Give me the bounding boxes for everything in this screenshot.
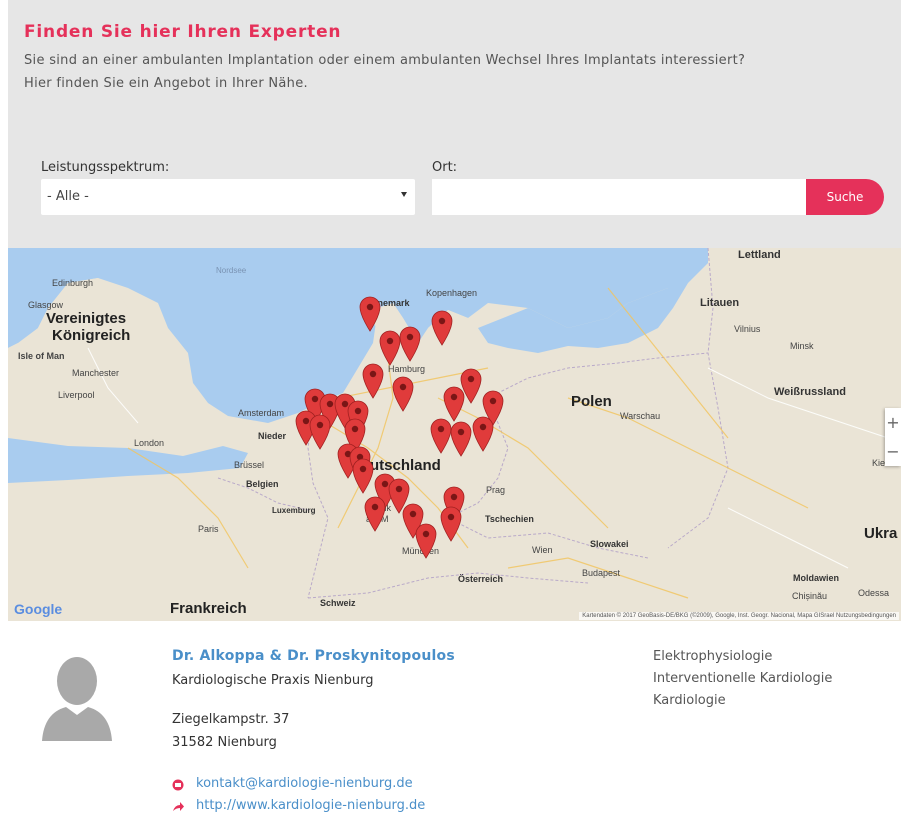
map-city-kopenhagen: Kopenhagen [426, 288, 478, 298]
map-label-lettland: Lettland [738, 249, 781, 261]
specialty-item: Elektrophysiologie [653, 649, 773, 664]
map-marker-icon[interactable] [430, 418, 452, 454]
map-city-chisinau: Chișinău [792, 591, 828, 601]
map-city-minsk: Minsk [790, 341, 814, 351]
map-label-ukra: Ukra [864, 525, 898, 542]
map-label-weissrussland: Weißrussland [774, 386, 846, 398]
result-practice: Kardiologische Praxis Nienburg [172, 673, 374, 688]
email-icon [172, 779, 184, 791]
result-email-link[interactable]: kontakt@kardiologie-nienburg.de [196, 776, 413, 791]
zoom-in-button[interactable]: + [885, 408, 901, 437]
map-city-vilnius: Vilnius [734, 324, 761, 334]
map-city-manchester: Manchester [72, 368, 120, 378]
leistung-label: Leistungsspektrum: [41, 160, 170, 175]
map-city-london: London [134, 438, 165, 448]
share-arrow-icon [173, 802, 184, 811]
map-marker-icon[interactable] [379, 330, 401, 366]
map-marker-icon[interactable] [392, 376, 414, 412]
map-marker-icon[interactable] [443, 386, 465, 422]
map-attribution[interactable]: Kartendaten © 2017 GeoBasis-DE/BKG (©200… [579, 612, 899, 620]
avatar-icon [42, 657, 112, 741]
google-logo-text: Google [14, 601, 63, 617]
map-marker-icon[interactable] [364, 496, 386, 532]
result-website-link[interactable]: http://www.kardiologie-nienburg.de [196, 798, 425, 813]
map[interactable]: Vereinigtes Königreich Polen utschland F… [8, 248, 901, 621]
map-marker-icon[interactable] [450, 421, 472, 457]
map-marker-icon[interactable] [352, 458, 374, 494]
leistung-select[interactable]: - Alle - [41, 179, 415, 215]
chevron-down-icon [401, 192, 407, 197]
map-city-prag: Prag [486, 485, 506, 495]
map-marker-icon[interactable] [472, 416, 494, 452]
map-label-polen: Polen [571, 393, 612, 410]
result-city: 31582 Nienburg [172, 735, 277, 750]
result-street: Ziegelkampstr. 37 [172, 712, 290, 727]
specialty-item: Kardiologie [653, 693, 726, 708]
map-city-budapest: Budapest [582, 568, 621, 578]
map-label-moldawien: Moldawien [793, 573, 840, 583]
map-label-litauen: Litauen [700, 297, 740, 309]
map-marker-icon[interactable] [399, 326, 421, 362]
map-label-frankreich: Frankreich [170, 600, 247, 617]
map-label-schweiz: Schweiz [320, 598, 356, 608]
map-label-deutschland: utschland [370, 457, 441, 474]
map-label-vereinigtes: Vereinigtes [46, 310, 127, 327]
map-city-wien: Wien [532, 545, 553, 555]
map-label-oesterreich: Österreich [458, 574, 504, 584]
zoom-controls: + − [885, 408, 901, 466]
ort-label: Ort: [432, 160, 458, 175]
map-label-luxemburg: Luxemburg [272, 506, 316, 515]
map-city-paris: Paris [198, 524, 219, 534]
search-panel: Finden Sie hier Ihren Experten Sie sind … [8, 0, 901, 248]
map-marker-icon[interactable] [415, 523, 437, 559]
ort-input[interactable] [432, 179, 810, 215]
google-logo: Google [14, 601, 62, 617]
map-city-edinburgh: Edinburgh [52, 278, 94, 288]
result-name[interactable]: Dr. Alkoppa & Dr. Proskynitopoulos [172, 648, 455, 664]
intro-line-1: Sie sind an einer ambulanten Implantatio… [24, 53, 746, 68]
map-city-brussel: Brüssel [234, 460, 265, 470]
map-city-glasgow: Glasgow [28, 300, 64, 310]
map-city-odessa: Odessa [858, 588, 890, 598]
map-marker-icon[interactable] [359, 296, 381, 332]
map-city-warschau: Warschau [620, 411, 661, 421]
specialty-item: Interventionelle Kardiologie [653, 671, 833, 686]
intro-line-2: Hier finden Sie ein Angebot in Ihrer Näh… [24, 76, 308, 91]
map-label-koenigreich: Königreich [52, 327, 131, 344]
map-label-belgien: Belgien [246, 479, 279, 489]
map-label-slowakei: Slowakei [590, 539, 629, 549]
zoom-out-button[interactable]: − [885, 437, 901, 466]
map-city-liverpool: Liverpool [58, 390, 95, 400]
map-sea-label: Nordsee [216, 266, 247, 275]
result-card: Dr. Alkoppa & Dr. Proskynitopoulos Kardi… [8, 621, 901, 832]
map-city-amsterdam: Amsterdam [238, 408, 285, 418]
page-title: Finden Sie hier Ihren Experten [24, 22, 342, 42]
search-button[interactable]: Suche [806, 179, 884, 215]
map-marker-icon[interactable] [309, 414, 331, 450]
map-label-niederlande: Nieder [258, 431, 287, 441]
map-marker-icon[interactable] [362, 363, 384, 399]
intro-text: Sie sind an einer ambulanten Implantatio… [24, 49, 892, 95]
map-marker-icon[interactable] [431, 310, 453, 346]
map-city-isle-of-man: Isle of Man [18, 351, 65, 361]
leistung-selected-value: - Alle - [47, 189, 89, 204]
map-marker-icon[interactable] [440, 506, 462, 542]
map-label-tschechien: Tschechien [485, 514, 534, 524]
